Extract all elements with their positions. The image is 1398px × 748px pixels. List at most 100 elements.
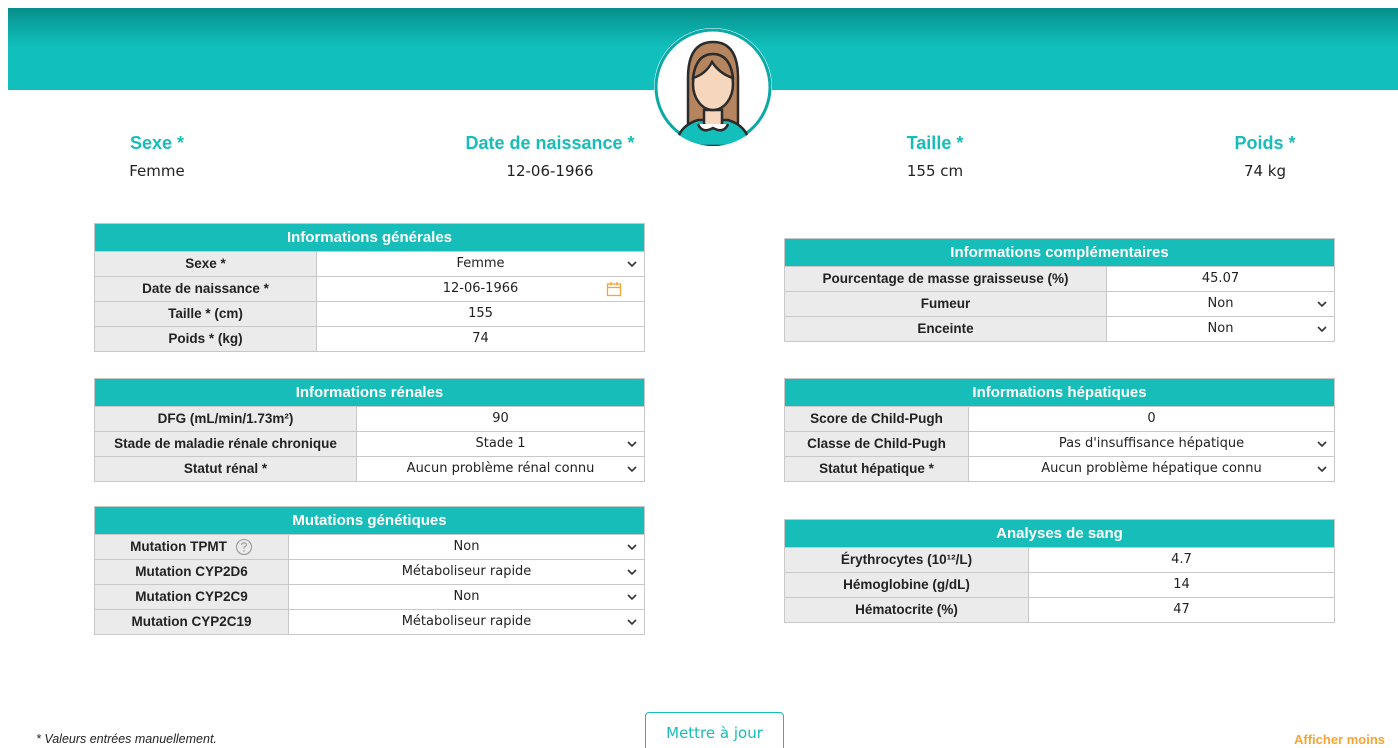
chevron-down-icon [1317,326,1327,333]
row-label: Hémoglobine (g/dL) [785,573,1029,597]
row-label: Mutation TPMT [95,535,289,559]
select-value: Pas d'insuffisance hépatique [1058,436,1245,451]
table-row: Stade de maladie rénale chronique Stade … [95,431,644,456]
summary-height-value: 155 cm [906,162,964,180]
question-circle-icon[interactable] [235,538,253,556]
row-label: Poids * (kg) [95,327,317,351]
row-label-text: Mutation TPMT [130,539,227,554]
table-row: Score de Child-Pugh 0 [785,406,1334,431]
row-label: Mutation CYP2C9 [95,585,289,609]
table-row: Classe de Child-Pugh Pas d'insuffisance … [785,431,1334,456]
row-label: DFG (mL/min/1.73m²) [95,407,357,431]
update-button[interactable]: Mettre à jour [645,712,784,748]
row-label: Mutation CYP2D6 [95,560,289,584]
smoker-select[interactable]: Non [1107,292,1334,316]
child-pugh-score-input[interactable]: 0 [969,407,1334,431]
dfg-input[interactable]: 90 [357,407,644,431]
panel-title: Informations complémentaires [785,239,1334,266]
calendar-icon[interactable] [606,281,622,297]
woman-avatar-icon [654,28,772,146]
select-value: Non [453,589,480,604]
row-label: Score de Child-Pugh [785,407,969,431]
height-input[interactable]: 155 [317,302,644,326]
genetic-mutations-panel: Mutations génétiques Mutation TPMT Non M… [94,506,645,635]
pregnant-select[interactable]: Non [1107,317,1334,341]
row-label: Sexe * [95,252,317,276]
select-value: Non [453,539,480,554]
manual-values-note: * Valeurs entrées manuellement. [36,732,217,746]
hepatic-status-select[interactable]: Aucun problème hépatique connu [969,457,1334,481]
weight-input[interactable]: 74 [317,327,644,351]
summary-height-label: Taille * [906,133,964,153]
show-less-link[interactable]: Afficher moins [1294,732,1385,747]
row-label: Classe de Child-Pugh [785,432,969,456]
complementary-info-panel: Informations complémentaires Pourcentage… [784,238,1335,342]
select-value: Non [1207,296,1234,311]
row-label: Fumeur [785,292,1107,316]
sexe-select[interactable]: Femme [317,252,644,276]
panel-title: Informations rénales [95,379,644,406]
summary-weight: Poids * 74 kg [1220,133,1310,180]
ckd-stage-select[interactable]: Stade 1 [357,432,644,456]
table-row: Poids * (kg) 74 [95,326,644,351]
panel-title: Informations générales [95,224,644,251]
select-value: Stade 1 [475,436,526,451]
input-value: 12-06-1966 [442,281,519,296]
renal-status-select[interactable]: Aucun problème rénal connu [357,457,644,481]
table-row: Hématocrite (%) 47 [785,597,1334,622]
summary-birthdate: Date de naissance * 12-06-1966 [445,133,655,180]
select-value: Femme [456,256,505,271]
select-value: Non [1207,321,1234,336]
table-row: Statut rénal * Aucun problème rénal conn… [95,456,644,481]
row-label: Statut hépatique * [785,457,969,481]
cyp2c9-select[interactable]: Non [289,585,644,609]
renal-info-panel: Informations rénales DFG (mL/min/1.73m²)… [94,378,645,482]
hematocrit-input[interactable]: 47 [1029,598,1334,622]
hepatic-info-panel: Informations hépatiques Score de Child-P… [784,378,1335,482]
body-fat-input[interactable]: 45.07 [1107,267,1334,291]
birthdate-input[interactable]: 12-06-1966 [317,277,644,301]
chevron-down-icon [627,441,637,448]
table-row: Enceinte Non [785,316,1334,341]
summary-sexe-value: Femme [129,162,185,180]
table-row: Date de naissance * 12-06-1966 [95,276,644,301]
row-label: Stade de maladie rénale chronique [95,432,357,456]
table-row: Érythrocytes (10¹²/L) 4.7 [785,547,1334,572]
table-row: Fumeur Non [785,291,1334,316]
tpmt-select[interactable]: Non [289,535,644,559]
row-label: Enceinte [785,317,1107,341]
summary-sexe: Sexe * Femme [112,133,202,180]
summary-height: Taille * 155 cm [880,133,990,180]
erythrocytes-input[interactable]: 4.7 [1029,548,1334,572]
chevron-down-icon [627,619,637,626]
general-info-panel: Informations générales Sexe * Femme Date… [94,223,645,352]
chevron-down-icon [1317,301,1327,308]
summary-sexe-label: Sexe * [129,133,185,153]
row-label: Statut rénal * [95,457,357,481]
summary-weight-label: Poids * [1234,133,1296,153]
table-row: DFG (mL/min/1.73m²) 90 [95,406,644,431]
chevron-down-icon [627,261,637,268]
chevron-down-icon [627,569,637,576]
panel-title: Mutations génétiques [95,507,644,534]
table-row: Pourcentage de masse graisseuse (%) 45.0… [785,266,1334,291]
row-label: Pourcentage de masse graisseuse (%) [785,267,1107,291]
cyp2c19-select[interactable]: Métaboliseur rapide [289,610,644,634]
select-value: Aucun problème hépatique connu [1041,461,1262,476]
row-label: Érythrocytes (10¹²/L) [785,548,1029,572]
table-row: Sexe * Femme [95,251,644,276]
select-value: Métaboliseur rapide [401,564,532,579]
chevron-down-icon [627,594,637,601]
table-row: Hémoglobine (g/dL) 14 [785,572,1334,597]
summary-weight-value: 74 kg [1243,162,1287,180]
hemoglobin-input[interactable]: 14 [1029,573,1334,597]
cyp2d6-select[interactable]: Métaboliseur rapide [289,560,644,584]
row-label: Date de naissance * [95,277,317,301]
table-row: Statut hépatique * Aucun problème hépati… [785,456,1334,481]
child-pugh-class-select[interactable]: Pas d'insuffisance hépatique [969,432,1334,456]
select-value: Aucun problème rénal connu [406,461,595,476]
row-label: Mutation CYP2C19 [95,610,289,634]
chevron-down-icon [1317,441,1327,448]
table-row: Mutation CYP2C9 Non [95,584,644,609]
select-value: Métaboliseur rapide [401,614,532,629]
